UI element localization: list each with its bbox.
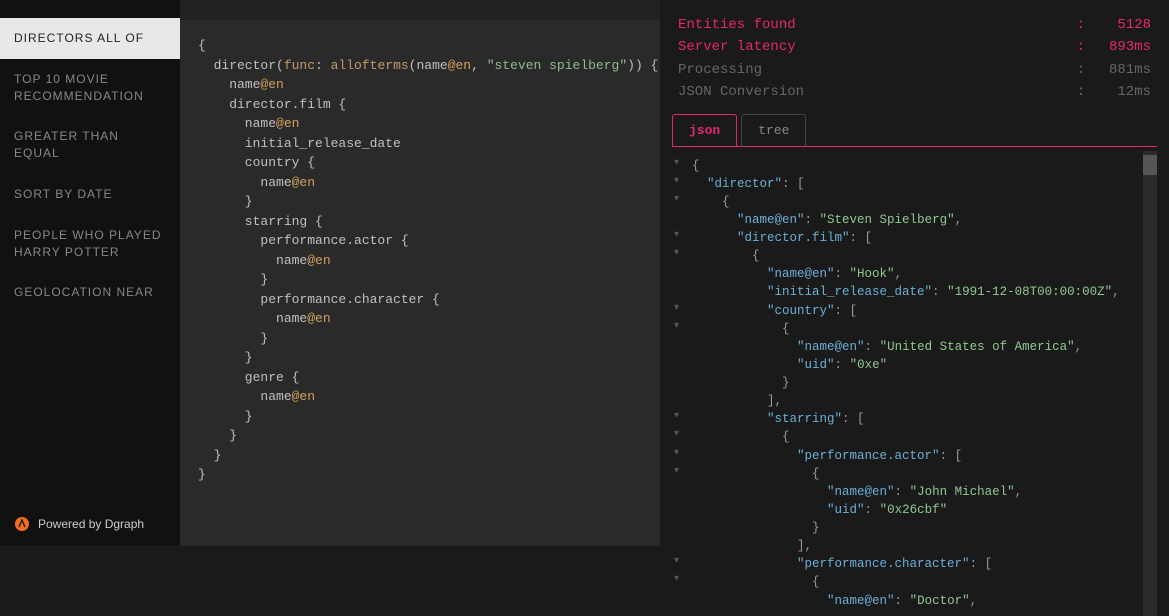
json-line: "name@en": "John Michael",: [672, 483, 1157, 501]
json-line: ▾ {: [672, 428, 1157, 446]
json-line: }: [672, 519, 1157, 537]
json-line: ▾ {: [672, 247, 1157, 265]
query-editor[interactable]: { director(func: allofterms(name@en, "st…: [180, 20, 660, 546]
sidebar-item-0[interactable]: DIRECTORS ALL OF: [0, 18, 180, 59]
collapse-toggle-icon[interactable]: ▾: [674, 465, 679, 480]
sidebar-footer: Powered by Dgraph: [0, 502, 180, 546]
dgraph-logo-icon: [14, 516, 30, 532]
stat-value: 5128: [1091, 14, 1151, 36]
json-line: ],: [672, 537, 1157, 555]
sidebar-item-3[interactable]: SORT BY DATE: [0, 174, 180, 215]
sidebar-item-4[interactable]: PEOPLE WHO PLAYED HARRY POTTER: [0, 215, 180, 273]
json-line: ▾ {: [672, 193, 1157, 211]
json-line: "name@en": "Hook",: [672, 265, 1157, 283]
stat-value: 893ms: [1091, 36, 1151, 58]
json-line: ▾ "starring": [: [672, 410, 1157, 428]
stats-panel: Entities found : 5128 Server latency : 8…: [672, 0, 1157, 114]
scrollbar-thumb[interactable]: [1143, 155, 1157, 175]
sidebar-item-2[interactable]: GREATER THAN EQUAL: [0, 116, 180, 174]
collapse-toggle-icon[interactable]: ▾: [674, 410, 679, 425]
json-line: "name@en": "Steven Spielberg",: [672, 211, 1157, 229]
tab-tree[interactable]: tree: [741, 114, 806, 146]
tab-json[interactable]: json: [672, 114, 737, 146]
stat-label: JSON Conversion: [678, 81, 1071, 103]
stat-processing: Processing : 881ms: [678, 59, 1151, 81]
sidebar-items: DIRECTORS ALL OFTOP 10 MOVIE RECOMMENDAT…: [0, 0, 180, 313]
editor-column: { director(func: allofterms(name@en, "st…: [180, 0, 660, 546]
collapse-toggle-icon[interactable]: ▾: [674, 229, 679, 244]
collapse-toggle-icon[interactable]: ▾: [674, 320, 679, 335]
stat-label: Server latency: [678, 36, 1071, 58]
json-line: ▾ {: [672, 465, 1157, 483]
collapse-toggle-icon[interactable]: ▾: [674, 302, 679, 317]
collapse-toggle-icon[interactable]: ▾: [674, 157, 679, 172]
stat-value: 881ms: [1091, 59, 1151, 81]
json-line: ▾ "performance.character": [: [672, 555, 1157, 573]
sidebar-item-1[interactable]: TOP 10 MOVIE RECOMMENDATION: [0, 59, 180, 117]
stat-value: 12ms: [1091, 81, 1151, 103]
collapse-toggle-icon[interactable]: ▾: [674, 447, 679, 462]
stat-label: Processing: [678, 59, 1071, 81]
json-line: "name@en": "Doctor",: [672, 592, 1157, 610]
collapse-toggle-icon[interactable]: ▾: [674, 555, 679, 570]
json-line: ▾ "country": [: [672, 302, 1157, 320]
collapse-toggle-icon[interactable]: ▾: [674, 175, 679, 190]
json-line: "uid": "0xe": [672, 356, 1157, 374]
json-line: ▾ {: [672, 320, 1157, 338]
collapse-toggle-icon[interactable]: ▾: [674, 247, 679, 262]
json-line: "name@en": "United States of America",: [672, 338, 1157, 356]
stat-json-conv: JSON Conversion : 12ms: [678, 81, 1151, 103]
results-column: Entities found : 5128 Server latency : 8…: [660, 0, 1169, 546]
json-line: ],: [672, 392, 1157, 410]
json-line: ▾ "performance.actor": [: [672, 447, 1157, 465]
stat-label: Entities found: [678, 14, 1071, 36]
collapse-toggle-icon[interactable]: ▾: [674, 573, 679, 588]
stat-latency: Server latency : 893ms: [678, 36, 1151, 58]
json-line: "initial_release_date": "1991-12-08T00:0…: [672, 283, 1157, 301]
sidebar: DIRECTORS ALL OFTOP 10 MOVIE RECOMMENDAT…: [0, 0, 180, 546]
result-tabs: json tree: [672, 114, 1157, 147]
stat-entities: Entities found : 5128: [678, 14, 1151, 36]
json-line: ▾ "director.film": [: [672, 229, 1157, 247]
sidebar-item-5[interactable]: GEOLOCATION NEAR: [0, 272, 180, 313]
collapse-toggle-icon[interactable]: ▾: [674, 428, 679, 443]
main: { director(func: allofterms(name@en, "st…: [180, 0, 1169, 546]
json-line: "uid": "0x26cbf": [672, 501, 1157, 519]
json-line: ▾{: [672, 157, 1157, 175]
footer-text: Powered by Dgraph: [38, 517, 144, 531]
collapse-toggle-icon[interactable]: ▾: [674, 193, 679, 208]
json-line: ▾ "director": [: [672, 175, 1157, 193]
json-line: ▾ {: [672, 573, 1157, 591]
editor-header-bar: [180, 0, 660, 20]
json-line: }: [672, 374, 1157, 392]
